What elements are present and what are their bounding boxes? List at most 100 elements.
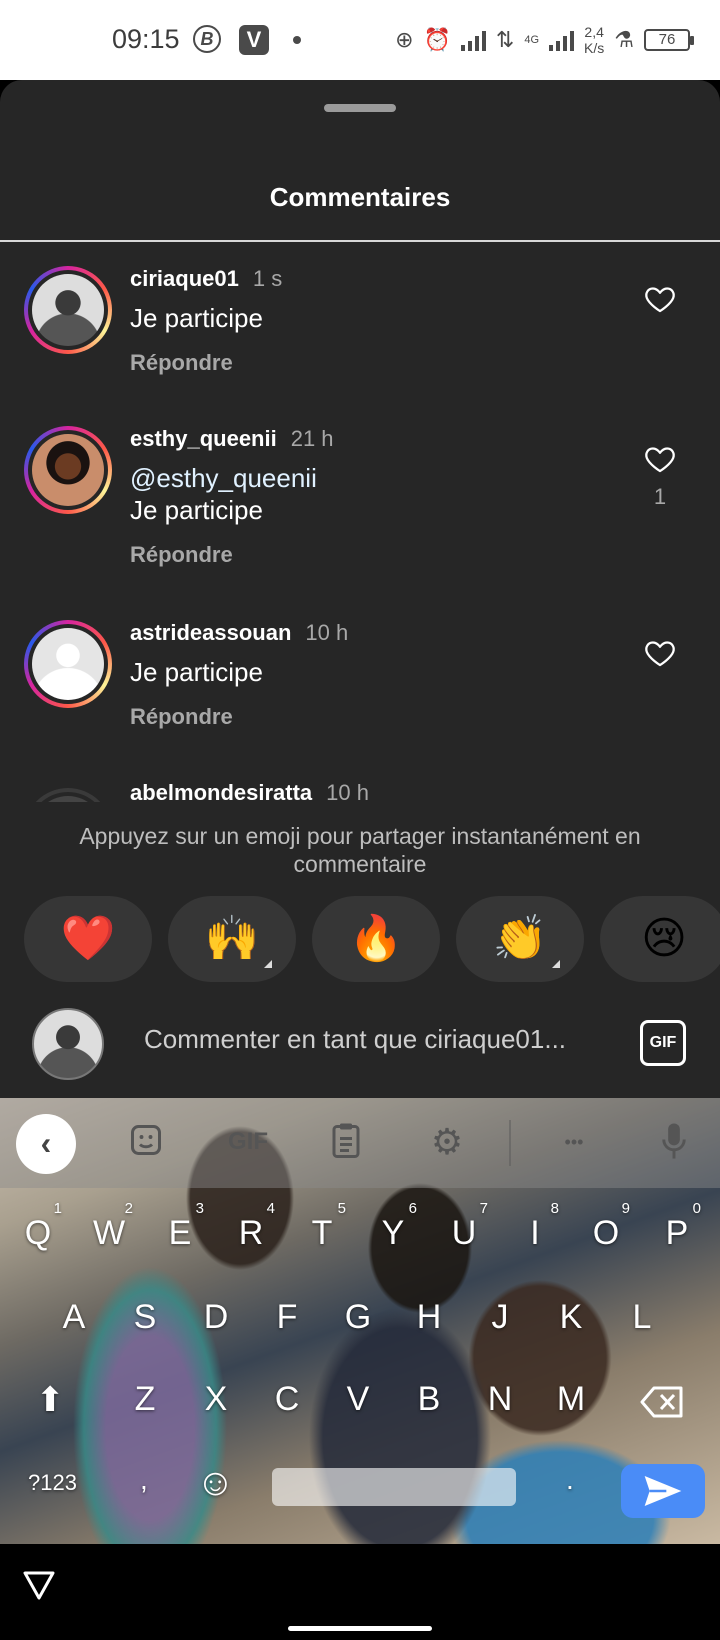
v-app-icon: V — [239, 25, 269, 55]
comment-username[interactable]: abelmondesiratta — [130, 780, 312, 802]
emoji-cry-button[interactable]: 😢 — [600, 896, 720, 982]
drag-handle[interactable] — [324, 104, 396, 112]
comment-item: abelmondesiratta 10 h — [0, 780, 720, 802]
avatar-image — [32, 274, 104, 346]
more-options-icon[interactable]: ••• — [554, 1122, 594, 1162]
period-key[interactable]: . — [566, 1464, 574, 1496]
heart-icon[interactable] — [643, 636, 677, 670]
avatar[interactable] — [24, 266, 112, 354]
key-g[interactable]: G — [330, 1298, 386, 1337]
avatar[interactable] — [24, 426, 112, 514]
key-o[interactable]: O9 — [578, 1200, 634, 1253]
heart-icon[interactable] — [643, 442, 677, 476]
key-a[interactable]: A — [46, 1298, 102, 1337]
avatar[interactable] — [24, 788, 112, 802]
comment-composer: Commenter en tant que ciriaque01... GIF — [0, 1002, 720, 1098]
emoji-label: ❤️ — [60, 914, 116, 963]
key-m[interactable]: M — [543, 1380, 599, 1419]
comment-item: astrideassouan 10 h Je participe Répondre — [0, 620, 720, 750]
comment-header: astrideassouan 10 h — [130, 620, 348, 646]
reply-button[interactable]: Répondre — [130, 542, 233, 568]
key-u[interactable]: U7 — [436, 1200, 492, 1253]
key-p[interactable]: P0 — [649, 1200, 705, 1253]
space-bar[interactable] — [272, 1468, 516, 1506]
variant-indicator-icon — [264, 960, 272, 968]
comments-sheet: Commentaires ciriaque01 1 s Je participe … — [0, 80, 720, 1098]
shift-icon[interactable]: ⬆ — [36, 1380, 65, 1420]
emoji-smiley-icon[interactable]: ☺ — [196, 1462, 235, 1505]
key-i[interactable]: I8 — [507, 1200, 563, 1253]
comment-input[interactable]: Commenter en tant que ciriaque01... — [144, 1024, 566, 1055]
battery-icon: 76 — [644, 29, 694, 51]
network-type: 4G — [524, 34, 540, 46]
heart-icon[interactable] — [643, 282, 677, 316]
key-s[interactable]: S — [117, 1298, 173, 1337]
send-button[interactable] — [621, 1464, 705, 1518]
key-c[interactable]: C — [259, 1380, 315, 1419]
comma-key[interactable]: , — [140, 1464, 148, 1496]
key-f[interactable]: F — [259, 1298, 315, 1337]
avatar — [32, 1008, 104, 1080]
emoji-fire-button[interactable]: 🔥 — [312, 896, 440, 982]
key-w[interactable]: W2 — [81, 1200, 137, 1253]
emoji-quick-bar: ❤️ 🙌 🔥 👏 😢 — [24, 896, 720, 982]
status-bar: 09:15 B V ⊕ ⏰ ⇅ 4G 2,4 K/s ⚗ 76 — [0, 0, 720, 80]
comment-item: esthy_queenii 21 h @esthy_queenii Je part… — [0, 426, 720, 586]
status-icons: ⊕ ⏰ ⇅ 4G 2,4 K/s ⚗ 76 — [395, 22, 694, 58]
key-k[interactable]: K — [543, 1298, 599, 1337]
reply-button[interactable]: Répondre — [130, 350, 233, 376]
variant-indicator-icon — [552, 960, 560, 968]
emoji-label: 👏 — [492, 914, 548, 963]
home-gesture-pill[interactable] — [288, 1626, 432, 1631]
key-e[interactable]: E3 — [152, 1200, 208, 1253]
key-v[interactable]: V — [330, 1380, 386, 1419]
speed-unit: K/s — [584, 40, 605, 56]
sticker-icon[interactable] — [124, 1122, 168, 1162]
comment-header: esthy_queenii 21 h — [130, 426, 334, 452]
comment-header: abelmondesiratta 10 h — [130, 780, 369, 802]
sheet-title: Commentaires — [269, 182, 451, 212]
key-t[interactable]: T5 — [294, 1200, 350, 1253]
comment-username[interactable]: ciriaque01 — [130, 266, 239, 291]
symbols-key[interactable]: ?123 — [28, 1470, 77, 1496]
add-circle-icon: ⊕ — [395, 27, 414, 52]
comments-list[interactable]: ciriaque01 1 s Je participe Répondre esth… — [0, 242, 720, 802]
microphone-icon[interactable] — [656, 1122, 692, 1162]
avatar[interactable] — [24, 620, 112, 708]
key-d[interactable]: D — [188, 1298, 244, 1337]
key-l[interactable]: L — [614, 1298, 670, 1337]
keyboard-toolbar: ‹ GIF ⚙ ••• — [0, 1098, 720, 1188]
emoji-clap-button[interactable]: 👏 — [456, 896, 584, 982]
comment-time: 10 h — [305, 620, 349, 645]
settings-gear-icon[interactable]: ⚙ — [426, 1122, 468, 1162]
key-y[interactable]: Y6 — [365, 1200, 421, 1253]
key-r[interactable]: R4 — [223, 1200, 279, 1253]
key-n[interactable]: N — [472, 1380, 528, 1419]
gif-keyboard-button[interactable]: GIF — [218, 1122, 278, 1162]
emoji-heart-button[interactable]: ❤️ — [24, 896, 152, 982]
key-j[interactable]: J — [472, 1298, 528, 1337]
comment-mention[interactable]: @esthy_queenii — [130, 462, 317, 494]
keyboard: ‹ GIF ⚙ ••• Q1 W2 E3 R4 T5 Y6 U7 I8 O9 P… — [0, 1098, 720, 1544]
comment-header: ciriaque01 1 s — [130, 266, 282, 292]
gif-button[interactable]: GIF — [640, 1020, 686, 1066]
reply-button[interactable]: Répondre — [130, 704, 233, 730]
emoji-raised-hands-button[interactable]: 🙌 — [168, 896, 296, 982]
key-z[interactable]: Z — [117, 1380, 173, 1419]
notification-dot-icon — [293, 36, 301, 44]
backspace-icon[interactable] — [640, 1386, 684, 1423]
comment-text: Je participe — [130, 657, 263, 687]
back-triangle-icon[interactable] — [22, 1568, 56, 1602]
comment-username[interactable]: esthy_queenii — [130, 426, 277, 451]
comment-text: Je participe — [130, 303, 263, 333]
key-b[interactable]: B — [401, 1380, 457, 1419]
comment-username[interactable]: astrideassouan — [130, 620, 291, 645]
signal-icon — [460, 29, 486, 51]
emoji-label: 🔥 — [348, 914, 404, 963]
comment-time: 10 h — [326, 780, 369, 802]
key-q[interactable]: Q1 — [10, 1200, 66, 1253]
clipboard-icon[interactable] — [326, 1122, 366, 1162]
key-x[interactable]: X — [188, 1380, 244, 1419]
key-h[interactable]: H — [401, 1298, 457, 1337]
chevron-left-icon[interactable]: ‹ — [16, 1114, 76, 1174]
